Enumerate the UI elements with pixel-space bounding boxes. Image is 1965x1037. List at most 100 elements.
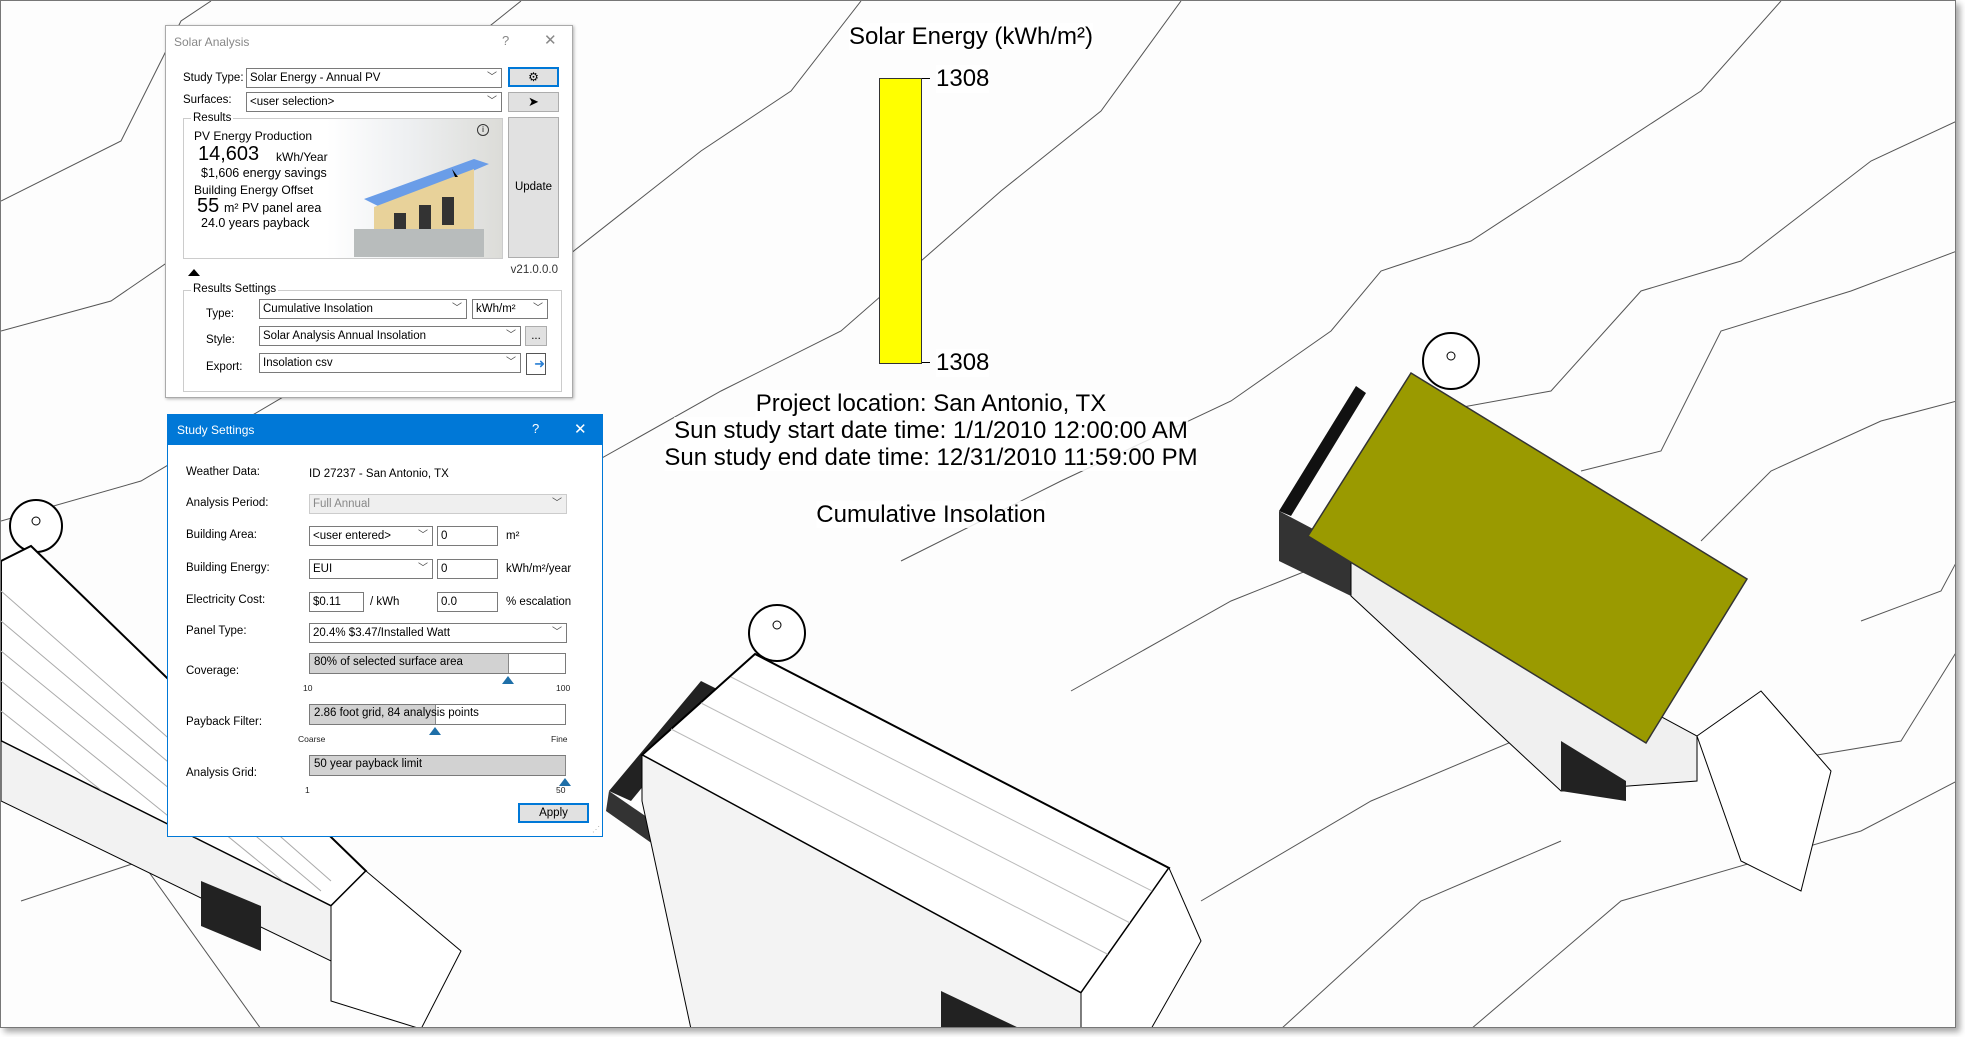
coverage-max-label: 100 [556, 683, 571, 693]
electricity-cost-label: Electricity Cost: [186, 594, 266, 606]
analysis-grid-label: Analysis Grid: [186, 767, 257, 779]
building-area-mode: <user entered> [313, 530, 392, 542]
payback-slider-track[interactable]: 2.86 foot grid, 84 analysis points [309, 704, 566, 725]
chevron-down-icon: ﹀ [533, 303, 543, 314]
panel-type-dropdown[interactable]: 20.4% $3.47/Installed Watt ﹀ [309, 623, 567, 643]
study-type-dropdown[interactable]: Solar Energy - Annual PV ﹀ [246, 68, 502, 88]
analysis-period-dropdown[interactable]: Full Annual ﹀ [309, 494, 567, 514]
payback-max-label: Fine [551, 734, 568, 744]
energy-savings: $1,606 energy savings [201, 166, 327, 180]
grid-max-label: 50 [556, 785, 566, 795]
analysis-period-label: Analysis Period: [186, 497, 269, 509]
help-button[interactable]: ? [502, 33, 509, 48]
results-group: PV Energy Production 14,603 kWh/Year $1,… [183, 118, 503, 259]
surfaces-value: <user selection> [250, 96, 335, 108]
coverage-slider-thumb[interactable] [502, 676, 515, 684]
style-more-button[interactable]: ... [525, 326, 547, 346]
chevron-down-icon: ﹀ [418, 563, 428, 574]
building-area-input[interactable]: 0 [437, 526, 498, 546]
payback-slider-thumb[interactable] [428, 727, 441, 735]
dialog-title: Study Settings [177, 423, 255, 437]
chevron-down-icon: ﹀ [418, 530, 428, 541]
weather-data-label: Weather Data: [186, 466, 260, 478]
payback-filter-label: Payback Filter: [186, 716, 263, 728]
building-right[interactable] [1279, 332, 1832, 892]
legend-color-bar [879, 78, 922, 364]
export-dropdown[interactable]: Insolation csv ﹀ [259, 353, 521, 373]
panel-type-label: Panel Type: [186, 625, 247, 637]
coverage-slider-track[interactable]: 80% of selected surface area [309, 653, 566, 674]
results-group-label: Results [191, 112, 234, 124]
coverage-label: Coverage: [186, 665, 240, 677]
pv-production-value: 14,603 [198, 143, 260, 165]
select-surfaces-button[interactable]: ➤ [508, 92, 559, 112]
chevron-down-icon: ﹀ [552, 498, 562, 509]
electricity-cost-unit: / kWh [370, 596, 400, 608]
payback-years: 24.0 years payback [201, 216, 310, 230]
study-settings-button[interactable]: ⚙ [508, 67, 559, 87]
update-button[interactable]: Update [508, 117, 559, 258]
building-energy-mode: EUI [313, 563, 333, 575]
chevron-down-icon: ﹀ [452, 303, 462, 314]
building-energy-input[interactable]: 0 [437, 559, 498, 579]
style-dropdown[interactable]: Solar Analysis Annual Insolation ﹀ [259, 326, 521, 346]
payback-min-label: Coarse [298, 734, 326, 744]
grid-text: 50 year payback limit [314, 758, 423, 770]
close-button[interactable]: ✕ [574, 420, 587, 438]
help-button[interactable]: ? [532, 421, 539, 436]
legend-max-label: 1308 [936, 65, 990, 93]
building-area-dropdown[interactable]: <user entered> ﹀ [309, 526, 433, 546]
results-settings-label: Results Settings [191, 283, 279, 295]
chevron-down-icon: ﹀ [506, 330, 516, 341]
legend-title: Solar Energy (kWh/m²) [848, 23, 1094, 50]
legend-tick-min [922, 362, 930, 363]
grid-min-label: 1 [305, 785, 310, 795]
result-type-label: Cumulative Insolation [816, 501, 1046, 528]
building-energy-dropdown[interactable]: EUI ﹀ [309, 559, 433, 579]
sun-study-start: Sun study start date time: 1/1/2010 12:0… [674, 417, 1188, 444]
coverage-text: 80% of selected surface area [314, 656, 463, 668]
legend-min-label: 1308 [936, 349, 990, 377]
collapse-triangle-icon[interactable] [188, 269, 200, 276]
grid-slider-track[interactable]: 50 year payback limit [309, 755, 566, 776]
coverage-min-label: 10 [303, 683, 313, 693]
surfaces-label: Surfaces: [183, 94, 232, 106]
apply-button[interactable]: Apply [518, 803, 589, 823]
solar-analysis-panel: Solar Analysis ? ✕ Study Type: Solar Ene… [165, 25, 573, 398]
version-label: v21.0.0.0 [510, 264, 558, 276]
chevron-down-icon: ﹀ [506, 357, 516, 368]
panel-title: Solar Analysis [174, 35, 250, 49]
unit-dropdown[interactable]: kWh/m² ﹀ [472, 299, 548, 319]
export-label: Export: [206, 361, 243, 373]
study-type-label: Study Type: [183, 72, 244, 84]
type-label: Type: [206, 308, 235, 320]
result-type-dropdown[interactable]: Cumulative Insolation ﹀ [259, 299, 467, 319]
escalation-unit: % escalation [506, 596, 572, 608]
building-area-unit: m² [506, 530, 520, 542]
export-file-icon[interactable]: ➜ [526, 353, 546, 375]
cursor-arrow-icon: ➤ [528, 94, 539, 109]
building-energy-unit: kWh/m²/year [506, 563, 572, 575]
pv-area-unit: m² PV panel area [224, 201, 322, 215]
info-icon[interactable]: i [477, 124, 489, 136]
payback-text: 2.86 foot grid, 84 analysis points [314, 707, 479, 719]
study-settings-dialog: Study Settings ? ✕ Weather Data: ID 2723… [167, 414, 603, 837]
analysis-period-value: Full Annual [313, 498, 370, 510]
weather-data-value: ID 27237 - San Antonio, TX [309, 468, 449, 480]
surfaces-dropdown[interactable]: <user selection> ﹀ [246, 92, 502, 112]
legend-tick-max [922, 78, 930, 79]
resize-grip-icon[interactable]: ⋰ [592, 825, 600, 834]
building-area-label: Building Area: [186, 529, 257, 541]
escalation-input[interactable]: 0.0 [437, 592, 498, 612]
pv-production-heading: PV Energy Production [194, 129, 313, 143]
unit-value: kWh/m² [476, 303, 516, 315]
pv-area-value: 55 [197, 195, 220, 217]
chevron-down-icon: ﹀ [487, 96, 497, 107]
building-energy-label: Building Energy: [186, 562, 270, 574]
chevron-down-icon: ﹀ [552, 627, 562, 638]
export-value: Insolation csv [263, 357, 333, 369]
dialog-title-bar[interactable]: Study Settings ? ✕ [168, 415, 602, 445]
close-button[interactable]: ✕ [544, 31, 557, 49]
result-type-value: Cumulative Insolation [263, 303, 373, 315]
electricity-cost-input[interactable]: $0.11 [309, 592, 364, 612]
